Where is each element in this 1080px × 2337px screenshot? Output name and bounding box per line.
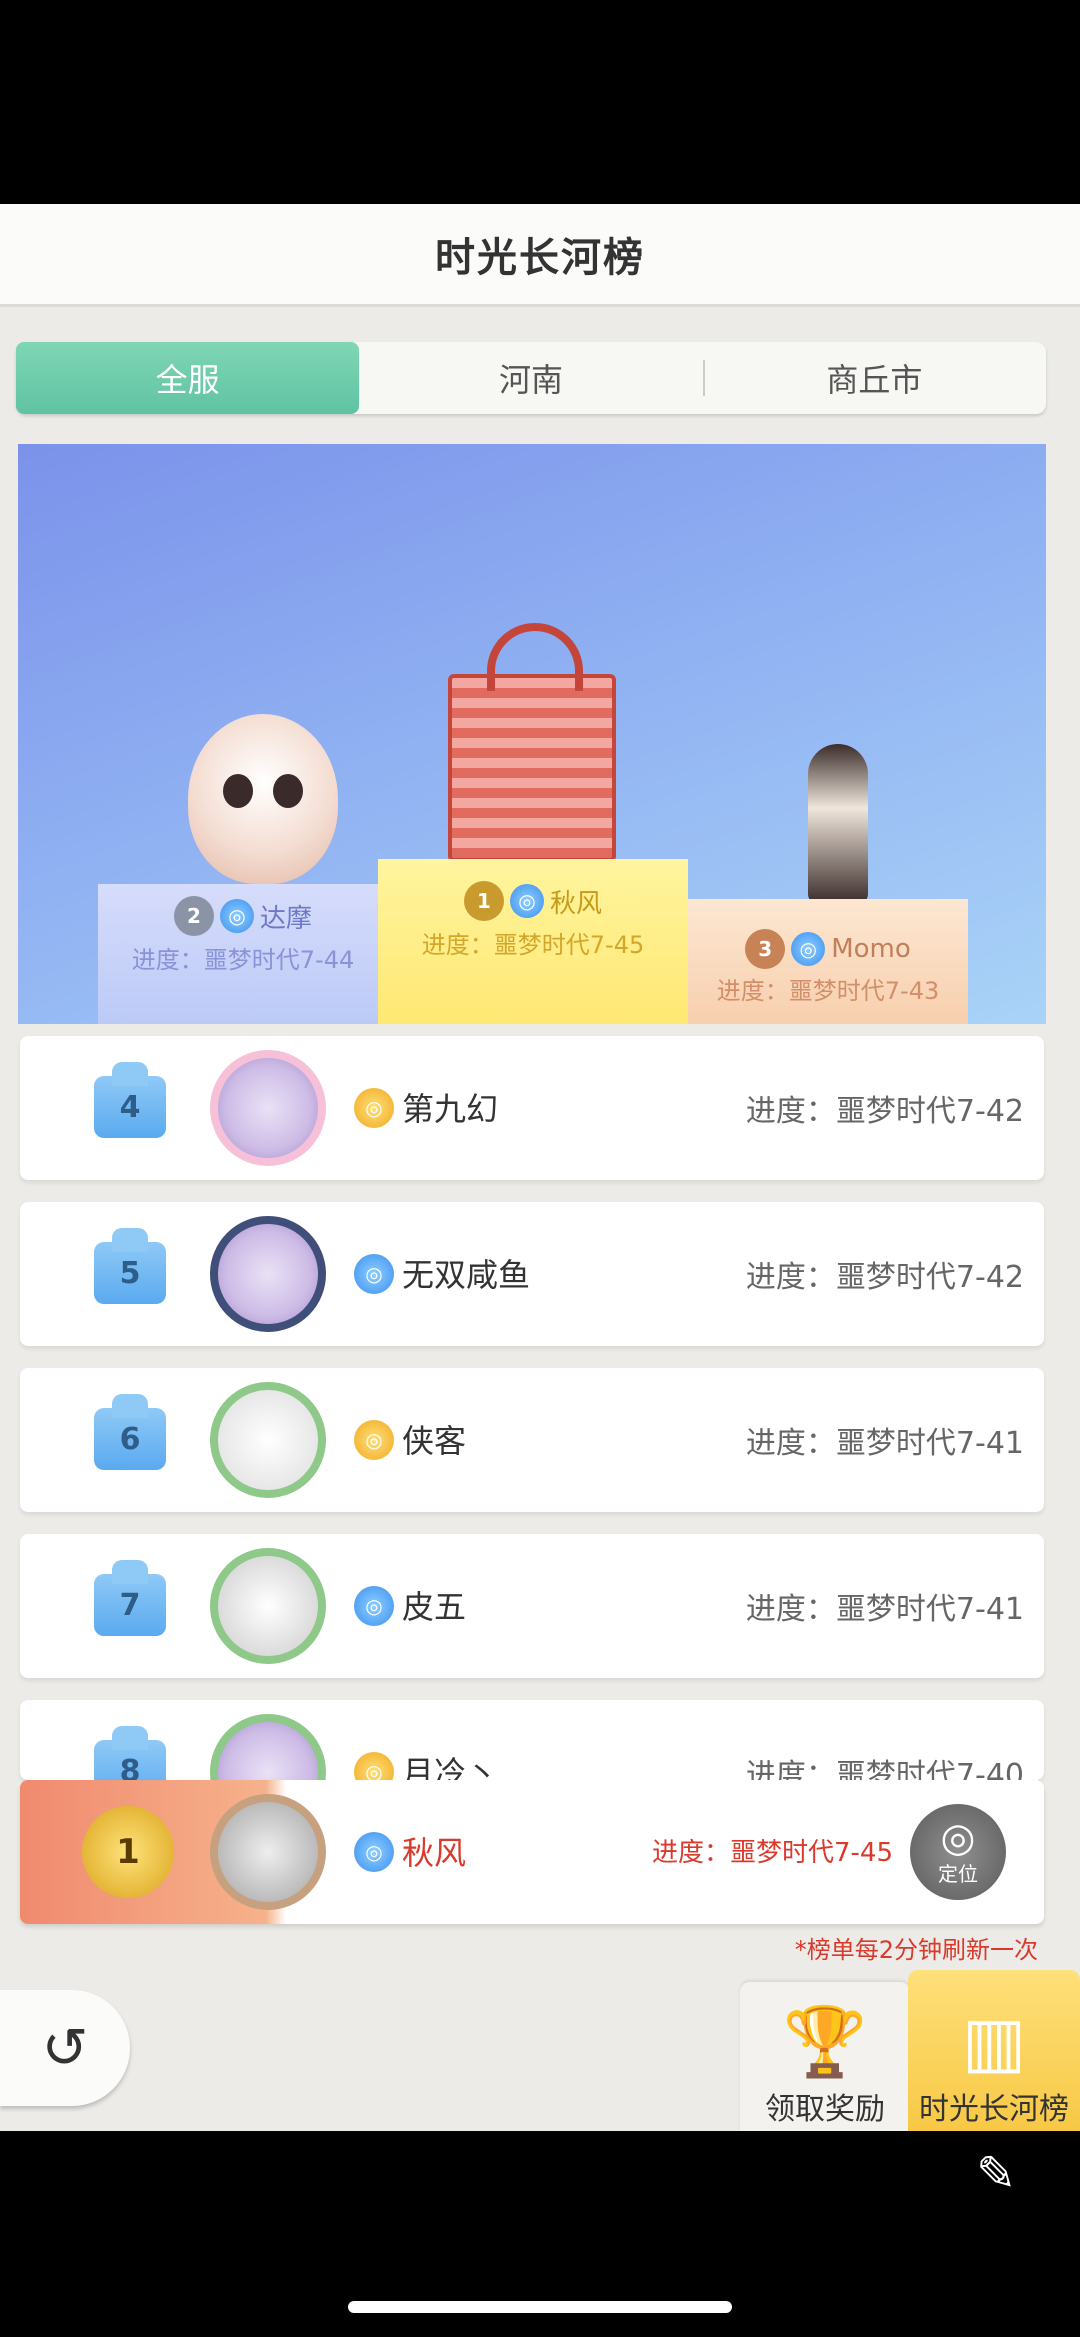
podium-first-progress: 进度：噩梦时代7-45 <box>421 931 645 959</box>
server-icon: ◎ <box>354 1088 394 1128</box>
refresh-note: *榜单每2分钟刷新一次 <box>794 1936 1038 1964</box>
server-icon: ◎ <box>354 1752 394 1780</box>
back-button[interactable]: ↺ <box>0 1990 130 2106</box>
my-rank-medal: 1 <box>82 1806 174 1898</box>
region-tabs: 全服 河南 商丘市 <box>16 342 1046 414</box>
rank-2-badge: 2 <box>173 896 214 936</box>
player-name: 第九幻 <box>402 1090 499 1128</box>
rank-number: 5 <box>94 1228 166 1304</box>
claim-reward-tab[interactable]: 🏆 领取奖励 <box>740 1982 910 2131</box>
list-item[interactable]: 4 ◎ 第九幻 进度：噩梦时代7-42 <box>20 1036 1044 1180</box>
rank-1-badge: 1 <box>463 881 504 921</box>
dragon-character-image <box>188 714 338 884</box>
player-progress: 进度：噩梦时代7-41 <box>745 1426 1024 1461</box>
list-item[interactable]: 5 ◎ 无双咸鱼 进度：噩梦时代7-42 <box>20 1202 1044 1346</box>
podium-second[interactable]: 2 ◎ 达摩 进度：噩梦时代7-44 <box>98 884 388 1024</box>
rank-number: 7 <box>94 1560 166 1636</box>
avatar <box>210 1050 326 1166</box>
list-item[interactable]: 8 ◎ 月冷丶 进度：噩梦时代7-40 <box>20 1700 1044 1780</box>
player-progress: 进度：噩梦时代7-42 <box>745 1094 1024 1129</box>
rank-tab-label: 时光长河榜 <box>919 2092 1069 2127</box>
pencil-icon[interactable]: ✎ <box>976 2146 1016 2202</box>
avatar <box>210 1382 326 1498</box>
my-progress: 进度：噩梦时代7-45 <box>652 1838 894 1868</box>
undo-arrow-icon: ↺ <box>41 2015 89 2081</box>
player-name: 侠客 <box>402 1422 467 1460</box>
my-name: 秋风 <box>402 1834 467 1872</box>
tab-shangqiu[interactable]: 商丘市 <box>702 342 1046 414</box>
avatar <box>210 1216 326 1332</box>
warrior-character-image <box>808 744 868 904</box>
target-icon: ◎ <box>940 1814 976 1861</box>
list-item[interactable]: 6 ◎ 侠客 进度：噩梦时代7-41 <box>20 1368 1044 1512</box>
list-item[interactable]: 7 ◎ 皮五 进度：噩梦时代7-41 <box>20 1534 1044 1678</box>
podium-area: 2 ◎ 达摩 进度：噩梦时代7-44 1 ◎ 秋风 进度：噩梦时代7-45 3 … <box>18 444 1046 1024</box>
podium-second-name: 达摩 <box>259 903 312 934</box>
podium-third[interactable]: 3 ◎ Momo 进度：噩梦时代7-43 <box>688 899 968 1024</box>
page-title: 时光长河榜 <box>435 235 645 281</box>
player-progress: 进度：噩梦时代7-42 <box>745 1260 1024 1295</box>
claim-reward-label: 领取奖励 <box>765 2092 885 2127</box>
podium-third-progress: 进度：噩梦时代7-43 <box>716 977 940 1005</box>
rank-number: 6 <box>94 1394 166 1470</box>
server-icon: ◎ <box>354 1586 394 1626</box>
gift-bag-image <box>448 623 616 862</box>
app-screen: 时光长河榜 全服 河南 商丘市 2 ◎ 达摩 进度：噩梦时代7-44 1 ◎ 秋… <box>0 204 1080 2131</box>
server-icon: ◎ <box>354 1254 394 1294</box>
my-rank-row[interactable]: 1 ◎ 秋风 进度：噩梦时代7-45 ◎ 定位 <box>20 1780 1044 1924</box>
server-icon: ◎ <box>791 932 826 966</box>
player-name: 无双咸鱼 <box>402 1256 531 1294</box>
rank-number: 4 <box>94 1062 166 1138</box>
podium-first-name: 秋风 <box>549 888 602 919</box>
server-icon: ◎ <box>509 884 544 918</box>
title-bar: 时光长河榜 <box>0 204 1080 307</box>
podium-second-progress: 进度：噩梦时代7-44 <box>131 946 355 974</box>
server-icon: ◎ <box>354 1832 394 1872</box>
avatar <box>210 1548 326 1664</box>
player-progress: 进度：噩梦时代7-41 <box>745 1592 1024 1627</box>
podium-first[interactable]: 1 ◎ 秋风 进度：噩梦时代7-45 <box>378 859 688 1024</box>
trophy-icon: 🏆 <box>782 2003 868 2082</box>
rank-tab[interactable]: ▥ 时光长河榜 <box>908 1970 1080 2131</box>
tab-all-server[interactable]: 全服 <box>16 342 360 414</box>
rank-number: 8 <box>94 1726 166 1780</box>
player-progress: 进度：噩梦时代7-40 <box>745 1758 1024 1780</box>
server-icon: ◎ <box>354 1420 394 1460</box>
home-indicator[interactable] <box>348 2301 732 2313</box>
locate-button[interactable]: ◎ 定位 <box>910 1804 1006 1900</box>
player-name: 皮五 <box>402 1588 467 1626</box>
locate-label: 定位 <box>938 1861 978 1886</box>
rank-3-badge: 3 <box>745 929 786 969</box>
podium-icon: ▥ <box>961 2003 1027 2082</box>
avatar <box>210 1794 326 1910</box>
tab-henan[interactable]: 河南 <box>359 342 702 414</box>
podium-third-name: Momo <box>831 934 911 964</box>
server-icon: ◎ <box>219 899 254 933</box>
avatar <box>210 1714 326 1780</box>
player-name: 月冷丶 <box>402 1754 499 1780</box>
